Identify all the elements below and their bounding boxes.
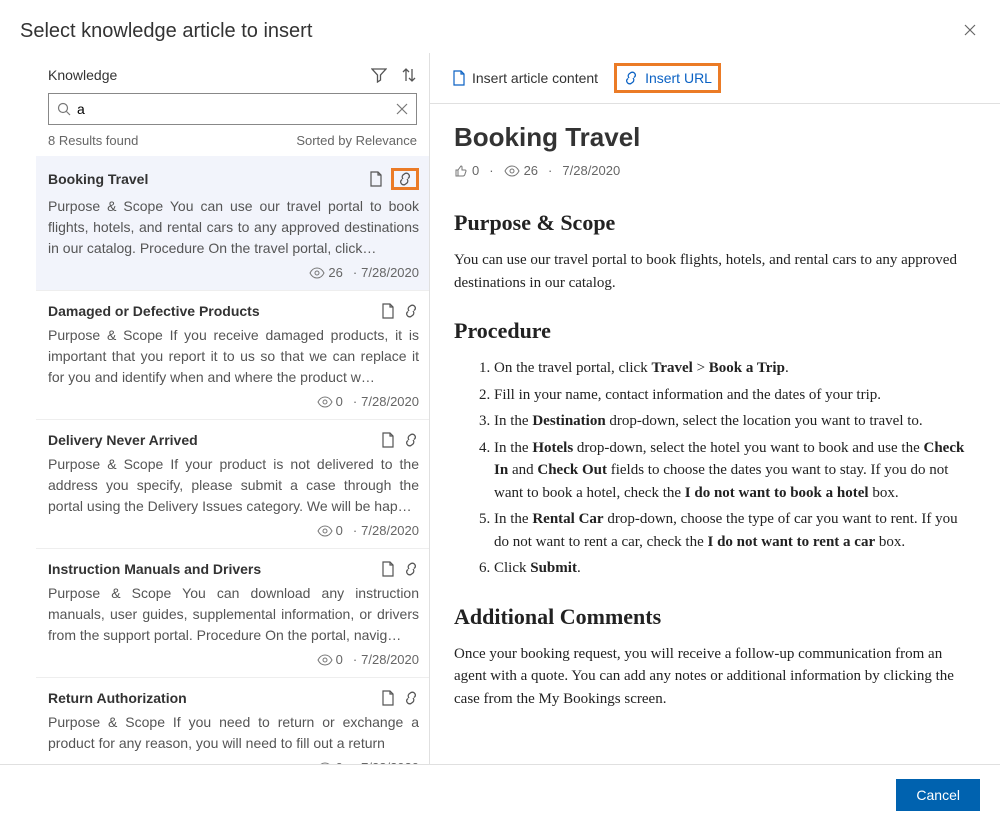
article-likes: 0 <box>454 163 479 178</box>
tab-insert-content-label: Insert article content <box>472 70 598 86</box>
result-title: Booking Travel <box>48 171 148 187</box>
insert-url-action[interactable] <box>403 304 419 318</box>
result-views: 0 <box>317 652 343 667</box>
section-purpose-heading: Purpose & Scope <box>454 206 976 239</box>
knowledge-heading: Knowledge <box>48 67 117 83</box>
result-card[interactable]: Delivery Never Arrived Purpose & Scope If… <box>36 420 429 549</box>
filter-button[interactable] <box>371 67 387 83</box>
result-excerpt: Purpose & Scope You can use our travel p… <box>48 196 419 259</box>
insert-content-action[interactable] <box>381 303 395 319</box>
clear-search-button[interactable] <box>396 103 408 115</box>
result-views: 26 <box>309 265 342 280</box>
result-views: 0 <box>317 523 343 538</box>
sort-button[interactable] <box>401 67 417 83</box>
result-date: 7/28/2020 <box>349 652 419 667</box>
result-meta: 0 7/28/2020 <box>48 652 419 667</box>
link-icon <box>397 172 413 186</box>
knowledge-panel: Knowledge 8 Results f <box>20 53 430 764</box>
result-card[interactable]: Instruction Manuals and Drivers Purpose &… <box>36 549 429 678</box>
result-meta: 26 7/28/2020 <box>48 265 419 280</box>
results-list[interactable]: Booking Travel Purpose & Scope You can us… <box>20 156 429 764</box>
insert-url-action[interactable] <box>403 562 419 576</box>
result-date: 7/28/2020 <box>349 265 419 280</box>
result-meta: 0 7/28/2020 <box>48 394 419 409</box>
filter-icon <box>371 67 387 83</box>
results-count: 8 Results found <box>48 133 138 148</box>
cancel-button[interactable]: Cancel <box>896 779 980 811</box>
thumbs-up-icon <box>454 164 468 178</box>
search-input[interactable] <box>77 101 390 117</box>
dialog-title: Select knowledge article to insert <box>20 20 312 43</box>
result-title: Damaged or Defective Products <box>48 303 260 319</box>
result-date: 7/28/2020 <box>349 523 419 538</box>
result-views: 0 <box>317 760 343 764</box>
tab-insert-content[interactable]: Insert article content <box>450 68 600 88</box>
result-meta: 0 7/28/2020 <box>48 760 419 764</box>
article-title: Booking Travel <box>454 122 976 153</box>
eye-icon <box>504 165 520 177</box>
insert-content-action[interactable] <box>369 171 383 187</box>
result-excerpt: Purpose & Scope If you receive damaged p… <box>48 325 419 388</box>
tab-insert-url-label: Insert URL <box>645 70 712 86</box>
insert-content-action[interactable] <box>381 690 395 706</box>
insert-url-action[interactable] <box>391 168 419 190</box>
section-procedure-heading: Procedure <box>454 314 976 347</box>
result-excerpt: Purpose & Scope If your product is not d… <box>48 454 419 517</box>
result-excerpt: Purpose & Scope You can download any ins… <box>48 583 419 646</box>
sort-status: Sorted by Relevance <box>296 133 417 148</box>
close-icon <box>964 24 976 36</box>
procedure-steps: On the travel portal, click Travel > Boo… <box>494 357 976 580</box>
link-icon <box>623 71 639 85</box>
result-date: 7/28/2020 <box>349 394 419 409</box>
result-views: 0 <box>317 394 343 409</box>
document-icon <box>452 70 466 86</box>
insert-content-action[interactable] <box>381 432 395 448</box>
article-view: Booking Travel 0 · 26 · 7/28/2020 Purpos… <box>430 104 1000 764</box>
result-card[interactable]: Return Authorization Purpose & Scope If y… <box>36 678 429 764</box>
insert-url-action[interactable] <box>403 691 419 705</box>
clear-icon <box>396 103 408 115</box>
result-card[interactable]: Booking Travel Purpose & Scope You can us… <box>36 156 429 291</box>
result-excerpt: Purpose & Scope If you need to return or… <box>48 712 419 754</box>
section-purpose-text: You can use our travel portal to book fl… <box>454 249 976 294</box>
article-preview-panel: Insert article content Insert URL Bookin… <box>430 53 1000 764</box>
sort-icon <box>401 67 417 83</box>
insert-content-action[interactable] <box>381 561 395 577</box>
search-box[interactable] <box>48 93 417 125</box>
close-button[interactable] <box>960 20 980 40</box>
result-title: Return Authorization <box>48 690 187 706</box>
result-date: 7/28/2020 <box>349 760 419 764</box>
section-additional-heading: Additional Comments <box>454 600 976 633</box>
tab-insert-url[interactable]: Insert URL <box>614 63 721 93</box>
article-views: 26 <box>504 163 538 178</box>
result-title: Delivery Never Arrived <box>48 432 198 448</box>
insert-url-action[interactable] <box>403 433 419 447</box>
result-title: Instruction Manuals and Drivers <box>48 561 261 577</box>
result-card[interactable]: Damaged or Defective Products Purpose & S… <box>36 291 429 420</box>
search-icon <box>57 102 71 116</box>
article-date: 7/28/2020 <box>562 163 620 178</box>
section-additional-text: Once your booking request, you will rece… <box>454 643 976 711</box>
result-meta: 0 7/28/2020 <box>48 523 419 538</box>
